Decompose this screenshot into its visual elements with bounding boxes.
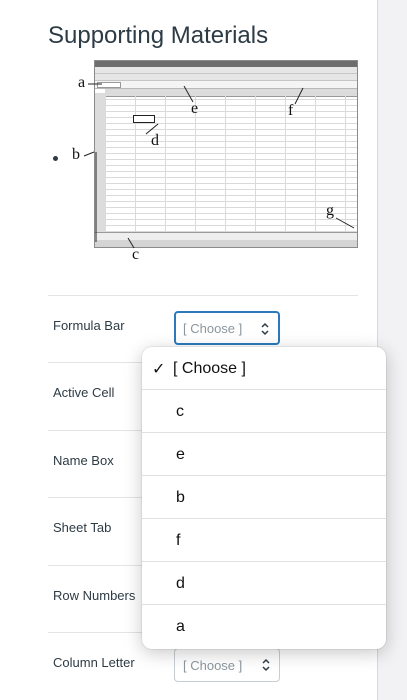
- select-value: [ Choose ]: [183, 658, 243, 673]
- dropdown-option[interactable]: e: [142, 433, 386, 476]
- column-letter-select[interactable]: [ Choose ]: [174, 648, 280, 682]
- option-label: [ Choose ]: [173, 360, 246, 377]
- dropdown-option[interactable]: b: [142, 476, 386, 519]
- callout-a: a: [78, 74, 86, 91]
- row-label: Sheet Tab: [53, 520, 112, 535]
- dropdown-option[interactable]: d: [142, 562, 386, 605]
- row-label: Column Letter: [53, 655, 135, 670]
- select-value: [ Choose ]: [183, 321, 243, 336]
- dropdown-option[interactable]: a: [142, 605, 386, 648]
- row-label: Row Numbers: [53, 588, 136, 603]
- callout-e: e: [191, 100, 199, 117]
- callout-c: c: [132, 246, 140, 263]
- chevron-up-down-icon: [262, 658, 270, 672]
- row-label: Name Box: [53, 453, 114, 468]
- option-label: f: [176, 532, 181, 549]
- callout-b: b: [72, 146, 80, 163]
- callout-d: d: [151, 132, 159, 149]
- bullet-icon: [53, 156, 58, 161]
- option-label: e: [176, 446, 185, 463]
- callout-lines: [83, 83, 355, 249]
- row-label: Active Cell: [53, 385, 115, 400]
- checkmark-icon: ✓: [152, 361, 166, 378]
- select-dropdown-menu: ✓ [ Choose ] c e b f d a: [142, 347, 386, 649]
- section-title: Supporting Materials: [48, 22, 269, 49]
- callout-g: g: [326, 202, 334, 219]
- dropdown-option[interactable]: c: [142, 390, 386, 433]
- formula-bar-select[interactable]: [ Choose ]: [174, 311, 280, 345]
- dropdown-option[interactable]: ✓ [ Choose ]: [142, 347, 386, 390]
- row-label: Formula Bar: [53, 318, 125, 333]
- dropdown-option[interactable]: f: [142, 519, 386, 562]
- chevron-up-down-icon: [261, 322, 269, 336]
- excel-diagram: a b c d e f g: [48, 56, 368, 270]
- option-label: d: [176, 575, 185, 592]
- callout-f: f: [288, 102, 294, 119]
- option-label: a: [176, 618, 185, 635]
- option-label: c: [176, 403, 184, 420]
- option-label: b: [176, 489, 185, 506]
